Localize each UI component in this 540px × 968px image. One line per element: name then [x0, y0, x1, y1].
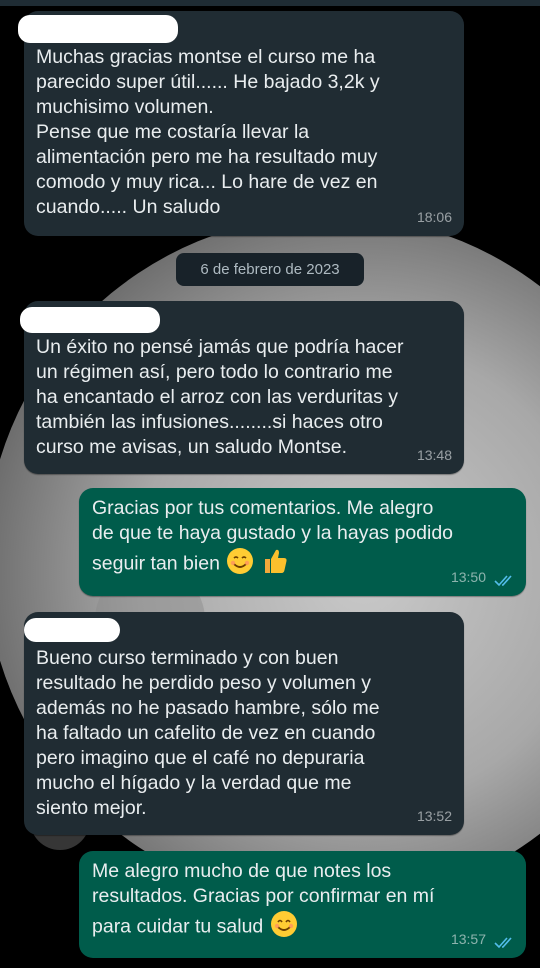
message-text: Me alegro mucho de que notes los resulta…	[92, 860, 435, 938]
message-outgoing[interactable]: Gracias por tus comentarios. Me alegro d…	[79, 488, 526, 596]
status-bar-edge	[0, 0, 540, 6]
message-outgoing[interactable]: Me alegro mucho de que notes los resulta…	[79, 851, 526, 958]
message-text: Muchas gracias montse el curso me ha par…	[36, 46, 380, 218]
message-incoming[interactable]: Un éxito no pensé jamás que podría hacer…	[20, 301, 464, 474]
redacted-sender-name	[24, 618, 120, 642]
smiling-face-emoji	[269, 909, 299, 946]
message-time: 13:57	[450, 931, 486, 947]
redacted-sender-name	[20, 307, 160, 333]
message-incoming[interactable]: Muchas gracias montse el curso me ha par…	[18, 11, 464, 236]
message-time: 13:52	[416, 808, 452, 824]
smiling-face-emoji	[225, 546, 255, 583]
message-time: 13:50	[450, 569, 486, 585]
message-time: 18:06	[416, 209, 452, 225]
message-time: 13:48	[416, 447, 452, 463]
redacted-sender-name	[18, 15, 178, 43]
message-incoming[interactable]: Bueno curso terminado y con buen resulta…	[24, 612, 464, 835]
double-check-read-icon	[494, 937, 512, 949]
thumbs-up-emoji	[261, 546, 289, 583]
double-check-read-icon	[494, 575, 512, 587]
message-text: Bueno curso terminado y con buen resulta…	[36, 647, 380, 819]
message-text: Un éxito no pensé jamás que podría hacer…	[36, 336, 404, 458]
date-separator: 6 de febrero de 2023	[176, 253, 364, 286]
